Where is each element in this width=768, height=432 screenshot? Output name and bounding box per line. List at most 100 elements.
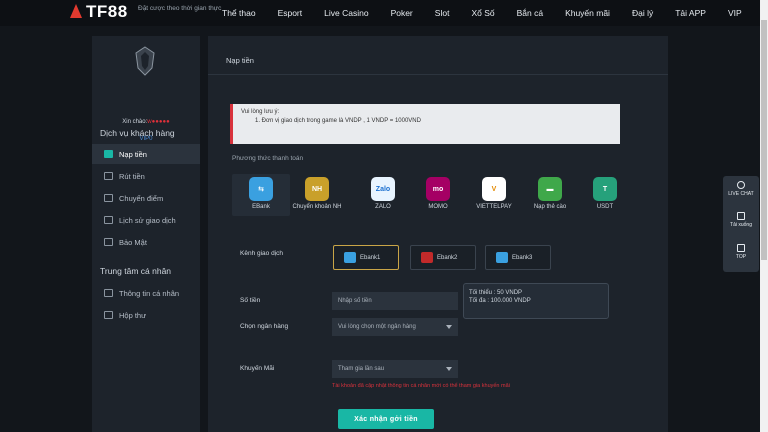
- notice-box: Vui lòng lưu ý: 1. Đơn vị giao dịch tron…: [230, 104, 620, 144]
- channel-label: Kênh giao dịch: [240, 250, 284, 257]
- sidebar-item-thong-tin[interactable]: Thông tin cá nhân: [92, 283, 200, 303]
- section-customer-service: Dịch vụ khách hàng: [100, 128, 175, 138]
- logo-text: TF88: [86, 2, 128, 21]
- tagline: Đặt cược theo thời gian thực: [138, 5, 222, 12]
- bank-select[interactable]: Vui lòng chọn một ngân hàng: [332, 318, 458, 336]
- nav-item-vip[interactable]: VIP: [728, 8, 742, 18]
- amount-label: Số tiền: [240, 297, 261, 304]
- section-personal-center: Trung tâm cá nhân: [100, 266, 172, 276]
- sidebar-item-rut-tien[interactable]: Rút tiền: [92, 166, 200, 186]
- nav-item-ban-ca[interactable]: Bắn cá: [517, 8, 543, 18]
- greeting: Xin chào:w●●●●●: [92, 119, 200, 125]
- ebank2-icon: [421, 252, 433, 263]
- methods-label: Phương thức thanh toán: [232, 155, 304, 162]
- channel-ebank2[interactable]: Ebank2: [410, 245, 476, 270]
- top-navigation-bar: TF88 Đặt cược theo thời gian thực Thể th…: [0, 0, 768, 26]
- bank-label: Chọn ngân hàng: [240, 323, 289, 330]
- nav-item-khuyen-mai[interactable]: Khuyến mãi: [565, 8, 610, 18]
- channel-ebank1[interactable]: Ebank1: [333, 245, 399, 270]
- profile-icon: [104, 289, 113, 297]
- divider: [208, 74, 668, 75]
- history-icon: [104, 216, 113, 224]
- nav-item-esport[interactable]: Esport: [278, 8, 303, 18]
- ebank-icon: ⇆: [249, 177, 273, 201]
- float-label: TOP: [735, 254, 747, 260]
- sidebar-item-hop-thu[interactable]: Hộp thư: [92, 305, 200, 325]
- sidebar-item-bao-mat[interactable]: Bảo Mật: [92, 232, 200, 252]
- logo-mark-icon: [68, 4, 84, 20]
- nav-item-live-casino[interactable]: Live Casino: [324, 8, 368, 18]
- sidebar-item-label: Hộp thư: [119, 310, 147, 320]
- sidebar-item-lich-su[interactable]: Lịch sử giao dịch: [92, 210, 200, 230]
- amount-input[interactable]: Nhập số tiền: [332, 292, 458, 310]
- method-label: ZALO: [375, 204, 391, 210]
- nav-item-slot[interactable]: Slot: [435, 8, 450, 18]
- sidebar-item-label: Bảo Mật: [119, 237, 147, 247]
- withdraw-icon: [104, 172, 113, 180]
- promo-select-value: Tham gia lần sau: [338, 366, 385, 372]
- shield-avatar-icon: [135, 46, 155, 76]
- limits-box: Tối thiểu : 50 VNDP Tối đa : 100.000 VND…: [463, 283, 609, 319]
- method-viettelpay[interactable]: V VIETTELPAY: [465, 174, 523, 216]
- account-sidebar: Xin chào:w●●●●● VIP0 Dịch vụ khách hàng …: [92, 36, 200, 432]
- float-label: Tải xuống: [730, 222, 752, 228]
- channel-label-text: Ebank1: [360, 254, 381, 261]
- nav-item-poker[interactable]: Poker: [391, 8, 413, 18]
- main-nav: Thể thao Esport Live Casino Poker Slot X…: [222, 0, 764, 26]
- notice-line: 1. Đơn vị giao dịch trong game là VNDP ,…: [255, 118, 421, 124]
- page-scrollbar[interactable]: [760, 0, 768, 432]
- mail-icon: [104, 311, 113, 319]
- username: w●●●●●: [147, 119, 170, 125]
- ebank-icon: [344, 252, 356, 263]
- momo-icon: mo: [426, 177, 450, 201]
- scrollbar-thumb[interactable]: [761, 20, 767, 260]
- nav-item-tai-app[interactable]: Tải APP: [675, 8, 706, 18]
- arrow-up-icon: [737, 244, 745, 252]
- submit-deposit-button[interactable]: Xác nhận gởi tiền: [338, 409, 434, 429]
- sidebar-item-label: Thông tin cá nhân: [119, 288, 180, 298]
- deposit-panel: Nạp tiền Vui lòng lưu ý: 1. Đơn vị giao …: [208, 36, 668, 432]
- chevron-down-icon: [446, 325, 452, 329]
- phone-icon: [737, 212, 745, 220]
- sidebar-item-label: Lịch sử giao dịch: [119, 215, 176, 225]
- method-usdt[interactable]: T USDT: [576, 174, 634, 216]
- top-button[interactable]: TOP: [723, 244, 759, 260]
- method-label: USDT: [596, 204, 614, 210]
- transfer-icon: [104, 194, 113, 202]
- avatar: [134, 46, 156, 76]
- nav-item-the-thao[interactable]: Thể thao: [222, 8, 256, 18]
- channel-label-text: Ebank3: [512, 254, 533, 261]
- card-icon: ▬: [538, 177, 562, 201]
- chevron-down-icon: [446, 367, 452, 371]
- nav-item-dai-ly[interactable]: Đại lý: [632, 8, 653, 18]
- ebank-icon: [496, 252, 508, 263]
- live-chat-button[interactable]: LIVE CHAT: [723, 181, 759, 197]
- method-scratch-card[interactable]: ▬ Nạp thẻ cào: [521, 174, 579, 216]
- method-momo[interactable]: mo MOMO: [409, 174, 467, 216]
- sidebar-item-chuyen-diem[interactable]: Chuyển điểm: [92, 188, 200, 208]
- sidebar-item-label: Rút tiền: [119, 171, 145, 181]
- promo-select[interactable]: Tham gia lần sau: [332, 360, 458, 378]
- method-zalo[interactable]: Zalo ZALO: [354, 174, 412, 216]
- nav-item-xo-so[interactable]: Xổ Số: [471, 8, 494, 18]
- sidebar-item-nap-tien[interactable]: Nạp tiền: [92, 144, 200, 164]
- sidebar-item-label: Nạp tiền: [119, 149, 147, 159]
- promo-label: Khuyến Mãi: [240, 365, 275, 372]
- notice-title: Vui lòng lưu ý:: [241, 109, 280, 115]
- zalopay-icon: Zalo: [371, 177, 395, 201]
- headset-icon: [737, 181, 745, 189]
- method-bank-transfer[interactable]: NH Chuyển khoản NH: [288, 174, 346, 216]
- usdt-icon: T: [593, 177, 617, 201]
- float-label: LIVE CHAT: [728, 191, 754, 197]
- page-title: Nạp tiền: [226, 56, 254, 65]
- method-ebank[interactable]: ⇆ EBank: [232, 174, 290, 216]
- channel-ebank3[interactable]: Ebank3: [485, 245, 551, 270]
- limit-max: Tối đa : 100.000 VNDP: [469, 298, 531, 304]
- tf88-logo[interactable]: TF88: [68, 2, 128, 22]
- viettelpay-icon: V: [482, 177, 506, 201]
- floating-menu: LIVE CHAT Tải xuống TOP: [723, 176, 759, 272]
- sidebar-item-label: Chuyển điểm: [119, 193, 164, 203]
- security-icon: [104, 238, 113, 246]
- download-button[interactable]: Tải xuống: [723, 212, 759, 228]
- bank-icon: NH: [305, 177, 329, 201]
